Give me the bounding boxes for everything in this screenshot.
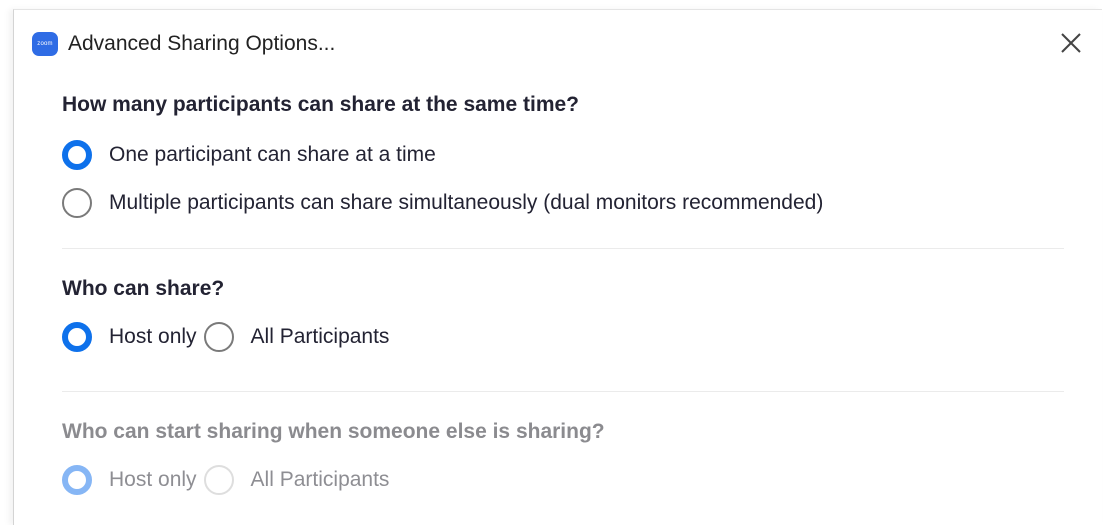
section-heading: Who can start sharing when someone else … xyxy=(62,420,605,443)
radio-label: Host only xyxy=(109,325,197,348)
radio-all-participants-disabled: All Participants xyxy=(203,465,390,495)
radio-group-who-can-share: Host only All Participants xyxy=(62,322,396,352)
radio-label: Multiple participants can share simultan… xyxy=(109,191,824,214)
window-title: Advanced Sharing Options... xyxy=(68,32,336,55)
radio-host-only-disabled: Host only xyxy=(62,465,197,495)
radio-one-participant[interactable]: One participant can share at a time xyxy=(62,140,436,170)
advanced-sharing-dialog: zoom Advanced Sharing Options... How man… xyxy=(13,9,1102,525)
radio-label: One participant can share at a time xyxy=(109,143,436,166)
section-who-can-share: Who can share? Host only All Participant… xyxy=(62,276,1064,356)
radio-label: Host only xyxy=(109,468,197,491)
radio-button-unchecked[interactable] xyxy=(203,322,234,352)
section-divider xyxy=(62,248,1064,249)
radio-button-checked-disabled xyxy=(62,465,92,495)
close-button[interactable] xyxy=(1056,29,1086,59)
radio-label: All Participants xyxy=(250,325,390,348)
section-heading: Who can share? xyxy=(62,277,225,300)
section-start-sharing: Who can start sharing when someone else … xyxy=(62,419,1064,509)
section-divider xyxy=(62,391,1064,392)
zoom-app-icon: zoom xyxy=(32,32,58,56)
title-bar: zoom Advanced Sharing Options... xyxy=(14,10,1102,72)
radio-label: All Participants xyxy=(250,468,390,491)
radio-button-checked[interactable] xyxy=(62,322,92,352)
radio-option-one-participant[interactable]: One participant can share at a time xyxy=(62,140,443,170)
radio-option-multiple-participants[interactable]: Multiple participants can share simultan… xyxy=(62,188,830,218)
section-heading: How many participants can share at the s… xyxy=(62,93,580,116)
radio-host-only[interactable]: Host only xyxy=(62,322,197,352)
radio-group-start-sharing: Host only All Participants xyxy=(62,465,396,495)
section-simultaneous-share: How many participants can share at the s… xyxy=(62,92,1064,222)
radio-multiple-participants[interactable]: Multiple participants can share simultan… xyxy=(62,188,823,218)
radio-button-checked[interactable] xyxy=(62,140,92,170)
radio-button-unchecked[interactable] xyxy=(62,188,92,218)
radio-button-unchecked-disabled xyxy=(203,465,234,495)
radio-all-participants[interactable]: All Participants xyxy=(203,322,390,352)
close-icon xyxy=(1061,33,1081,53)
